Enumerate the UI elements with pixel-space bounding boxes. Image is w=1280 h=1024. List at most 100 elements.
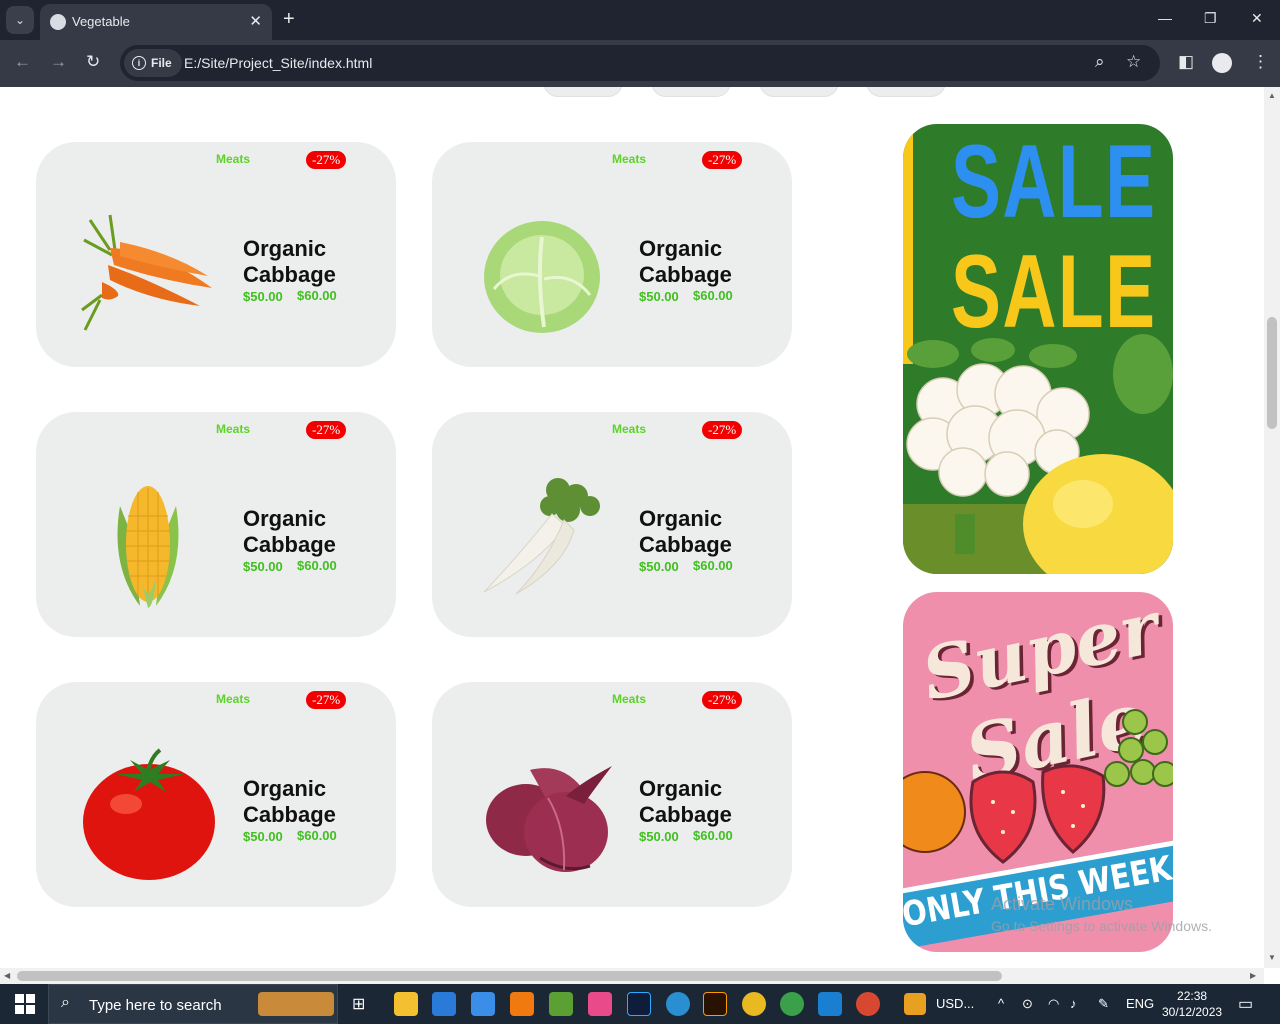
currency-widget-label[interactable]: USD... bbox=[936, 996, 974, 1011]
browser-tab-strip: ⌄ Vegetable ✕ + — ❐ ✕ bbox=[0, 0, 1280, 40]
product-price: $50.00 bbox=[639, 289, 679, 304]
side-panel-icon[interactable]: ◧ bbox=[1178, 52, 1194, 72]
restore-icon[interactable]: ❐ bbox=[1204, 10, 1217, 27]
tomato-image bbox=[83, 748, 215, 880]
photoshop-icon[interactable] bbox=[627, 992, 651, 1016]
new-tab-button[interactable]: + bbox=[283, 8, 295, 30]
card-category: Meats bbox=[216, 422, 251, 436]
edge-icon[interactable] bbox=[666, 992, 690, 1016]
scroll-left-icon[interactable]: ◀ bbox=[4, 971, 10, 980]
browser-tab[interactable]: Vegetable ✕ bbox=[40, 4, 272, 40]
sale-title-bottom: SALE bbox=[951, 234, 1157, 350]
product-name: Organic Cabbage bbox=[243, 236, 336, 287]
globe-icon bbox=[50, 14, 66, 30]
card-category: Meats bbox=[612, 152, 647, 166]
bookmark-star-icon[interactable]: ☆ bbox=[1126, 52, 1141, 72]
product-old-price: $60.00 bbox=[297, 558, 337, 573]
vlc-icon[interactable] bbox=[510, 992, 534, 1016]
chrome-icon[interactable] bbox=[742, 992, 766, 1016]
browser-toolbar: ← → ↻ i File E:/Site/Project_Site/index.… bbox=[0, 40, 1280, 87]
card-category: Meats bbox=[612, 692, 647, 706]
product-card[interactable]: Meats -27% Organic Cabbage $50.00 $60.00 bbox=[36, 412, 396, 637]
minimize-icon[interactable]: — bbox=[1158, 10, 1172, 26]
currency-widget-icon[interactable] bbox=[904, 993, 926, 1015]
product-card[interactable]: Meats -27% Organic Cabbage $50.00 $60.00 bbox=[432, 142, 792, 367]
site-info-chip[interactable]: i File bbox=[124, 49, 182, 77]
discount-badge: -27% bbox=[702, 421, 743, 439]
wifi-icon[interactable]: ◠ bbox=[1048, 996, 1059, 1012]
close-tab-icon[interactable]: ✕ bbox=[249, 12, 262, 30]
url-text[interactable]: E:/Site/Project_Site/index.html bbox=[184, 55, 372, 71]
product-price: $50.00 bbox=[639, 559, 679, 574]
forward-icon[interactable]: → bbox=[50, 52, 67, 72]
discount-badge: -27% bbox=[702, 691, 743, 709]
back-icon[interactable]: ← bbox=[14, 52, 31, 72]
app-green-icon[interactable] bbox=[549, 992, 573, 1016]
vegetables-illustration bbox=[903, 334, 1173, 574]
illustrator-icon[interactable] bbox=[703, 992, 727, 1016]
sale-banner[interactable]: SALE SALE bbox=[903, 124, 1173, 574]
product-name: Organic Cabbage bbox=[243, 506, 336, 557]
filter-pill[interactable] bbox=[543, 87, 623, 97]
close-window-icon[interactable]: ✕ bbox=[1251, 10, 1263, 27]
windows-start-icon[interactable] bbox=[15, 994, 35, 1014]
pen-icon[interactable]: ✎ bbox=[1098, 996, 1109, 1012]
cabbage-image bbox=[484, 221, 600, 333]
vertical-scrollbar[interactable]: ▲ ▼ bbox=[1264, 87, 1280, 968]
scroll-down-icon[interactable]: ▼ bbox=[1268, 953, 1276, 962]
filter-pill[interactable] bbox=[759, 87, 839, 97]
product-old-price: $60.00 bbox=[297, 828, 337, 843]
scroll-up-icon[interactable]: ▲ bbox=[1268, 91, 1276, 100]
onion-image bbox=[486, 766, 612, 872]
chrome-active-icon[interactable] bbox=[856, 992, 880, 1016]
reload-icon[interactable]: ↻ bbox=[86, 52, 100, 72]
activate-windows-title: Activate Windows bbox=[991, 894, 1134, 914]
mail-icon[interactable] bbox=[471, 992, 495, 1016]
discount-badge: -27% bbox=[306, 151, 347, 169]
search-icon: ⌕ bbox=[61, 994, 70, 1011]
product-price: $50.00 bbox=[243, 829, 283, 844]
chrome-profile-icon[interactable] bbox=[780, 992, 804, 1016]
zoom-icon[interactable]: ⌕ bbox=[1095, 52, 1105, 72]
tab-search-dropdown[interactable]: ⌄ bbox=[6, 6, 34, 34]
vscode-icon[interactable] bbox=[818, 992, 842, 1016]
taskbar-search-placeholder: Type here to search bbox=[89, 997, 222, 1014]
clock-time: 22:38 bbox=[1177, 989, 1208, 1003]
corn-image bbox=[117, 486, 179, 608]
sale-title-top: SALE bbox=[951, 124, 1157, 240]
horizontal-scrollbar[interactable]: ◀ ▶ bbox=[0, 968, 1264, 984]
vertical-scroll-thumb[interactable] bbox=[1267, 317, 1277, 429]
card-category: Meats bbox=[216, 152, 251, 166]
file-explorer-icon[interactable] bbox=[394, 992, 418, 1016]
product-name: Organic Cabbage bbox=[639, 776, 732, 827]
product-card[interactable]: Meats -27% Organic Cabbage $50.00 $60.00 bbox=[432, 412, 792, 637]
product-card[interactable]: Meats -27% Organic Cabbage $50.00 $60.00 bbox=[432, 682, 792, 907]
radish-image bbox=[483, 478, 600, 595]
menu-dots-icon[interactable]: ⋮ bbox=[1252, 52, 1269, 72]
notification-icon[interactable]: ▭ bbox=[1238, 994, 1253, 1014]
scroll-right-icon[interactable]: ▶ bbox=[1250, 971, 1256, 980]
meet-icon[interactable]: ⊙ bbox=[1022, 996, 1033, 1012]
volume-icon[interactable]: ♪ bbox=[1070, 996, 1077, 1011]
taskbar-clock[interactable]: 22:38 30/12/2023 bbox=[1162, 988, 1222, 1020]
task-view-icon[interactable]: ⊞ bbox=[352, 994, 365, 1014]
product-card[interactable]: Meats -27% Organic Cabbage $50.00 $60.00 bbox=[36, 142, 396, 367]
product-old-price: $60.00 bbox=[297, 288, 337, 303]
tab-title: Vegetable bbox=[72, 14, 130, 29]
tray-chevron-icon[interactable]: ^ bbox=[998, 996, 1004, 1011]
card-category: Meats bbox=[612, 422, 647, 436]
discount-badge: -27% bbox=[702, 151, 743, 169]
address-bar[interactable]: i File E:/Site/Project_Site/index.html ⌕… bbox=[120, 45, 1160, 81]
product-card[interactable]: Meats -27% Organic Cabbage $50.00 $60.00 bbox=[36, 682, 396, 907]
filter-pill[interactable] bbox=[651, 87, 731, 97]
store-icon[interactable] bbox=[432, 992, 456, 1016]
paint-icon[interactable] bbox=[588, 992, 612, 1016]
horizontal-scroll-thumb[interactable] bbox=[17, 971, 1002, 981]
language-indicator[interactable]: ENG bbox=[1126, 996, 1154, 1011]
product-old-price: $60.00 bbox=[693, 558, 733, 573]
profile-avatar-icon[interactable] bbox=[1212, 53, 1232, 73]
filter-pill[interactable] bbox=[866, 87, 946, 97]
product-price: $50.00 bbox=[639, 829, 679, 844]
clock-date: 30/12/2023 bbox=[1162, 1005, 1223, 1019]
site-chip-label: File bbox=[151, 56, 172, 70]
